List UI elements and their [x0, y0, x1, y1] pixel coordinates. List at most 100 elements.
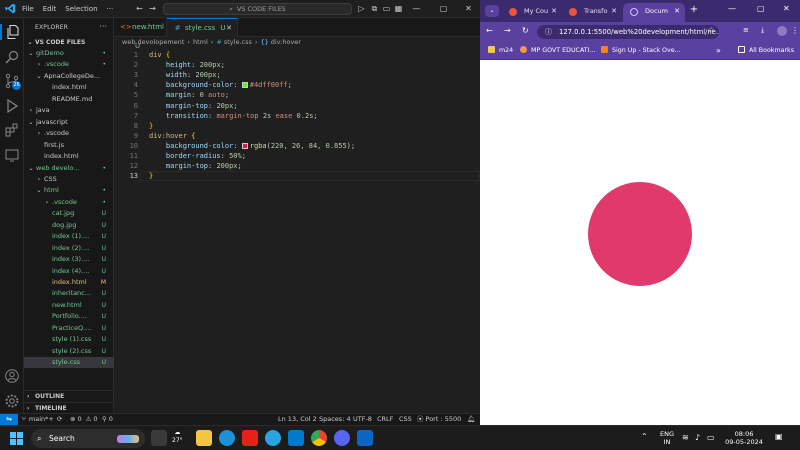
code-line[interactable]: margin-top: 200px; — [149, 161, 242, 171]
maximize-icon[interactable]: ▢ — [438, 3, 449, 14]
tree-file[interactable]: README.md — [24, 94, 114, 105]
indentation[interactable]: Spaces: 4 — [319, 414, 351, 425]
tab-search-icon[interactable]: ⌄ — [485, 5, 499, 17]
menu-more[interactable]: ··· — [107, 5, 114, 13]
breadcrumb-item[interactable]: div:hover — [271, 37, 301, 48]
close-tab-icon[interactable]: ✕ — [226, 19, 232, 38]
code-editor[interactable]: 1 div {2 height: 200px; 3 width: 200px; 4 b… — [114, 48, 480, 413]
tree-file[interactable]: style.css U — [24, 357, 114, 369]
code-line[interactable]: border-radius: 50%; — [149, 151, 246, 161]
forward-arrow-icon[interactable]: → — [504, 26, 511, 35]
breadcrumb-item[interactable]: style.css — [224, 37, 252, 48]
run-icon[interactable]: ▷ — [356, 3, 367, 14]
maximize-icon[interactable]: ▢ — [757, 4, 765, 13]
run-debug-icon[interactable] — [4, 98, 20, 114]
vscode-taskbar-icon[interactable] — [288, 430, 304, 446]
task-view-icon[interactable] — [151, 430, 167, 446]
chrome-menu-icon[interactable]: ⋮ — [791, 26, 799, 35]
youtube-icon[interactable] — [242, 430, 258, 446]
code-line[interactable]: background-color: rgba(220, 26, 84, 0.85… — [149, 141, 355, 151]
close-window-icon[interactable]: ✕ — [783, 4, 790, 13]
code-line[interactable]: } — [149, 171, 153, 181]
back-arrow-icon[interactable]: ← — [486, 26, 493, 35]
tree-file[interactable]: index.html — [24, 82, 114, 93]
tree-file[interactable]: Portfolio.... U — [24, 311, 114, 322]
code-line[interactable]: margin: 0 auto; — [149, 90, 229, 100]
line-ending[interactable]: CRLF — [377, 414, 393, 425]
tree-file[interactable]: new.html U — [24, 300, 114, 311]
tree-folder[interactable]: › CSS — [24, 174, 114, 185]
live-server-port[interactable]: ⦿ Port : 5500 — [417, 414, 461, 425]
clock[interactable]: 08:06 09-05-2024 — [722, 430, 766, 446]
tree-file[interactable]: dog.jpg U — [24, 220, 114, 231]
address-bar[interactable]: ⓘ 127.0.0.1:5500/web%20development/html/… — [537, 25, 719, 39]
extensions-icon[interactable] — [4, 122, 20, 138]
settings-gear-icon[interactable] — [4, 393, 20, 409]
bookmark-item[interactable]: Sign Up - Stack Ove... — [601, 42, 681, 60]
site-info-icon[interactable]: ⓘ — [545, 25, 552, 39]
chrome-tab-document[interactable]: Docum ✕ — [623, 3, 685, 22]
wifi-icon[interactable]: ≋ — [682, 434, 689, 442]
hovered-div-circle[interactable] — [588, 182, 692, 286]
tree-file[interactable]: style (1).css U — [24, 334, 114, 345]
tree-folder[interactable]: ⌄ ApnaCollegeDe... — [24, 71, 114, 82]
bookmark-star-icon[interactable]: ☆ — [708, 26, 714, 34]
tree-folder[interactable]: › .vscode • — [24, 197, 114, 208]
tree-folder[interactable]: ⌄ gitDemo • — [24, 48, 114, 59]
taskbar-search[interactable]: ⌕ Search — [31, 429, 145, 448]
nav-forward-icon[interactable]: → — [147, 3, 158, 14]
tree-folder[interactable]: ⌄ javascript — [24, 117, 114, 128]
remote-indicator-icon[interactable]: ⇋ — [0, 414, 18, 425]
tree-file[interactable]: index (4).... U — [24, 266, 114, 277]
problems-indicator[interactable]: ⊗ 0 ⚠ 0 — [70, 414, 98, 425]
tab-new-html[interactable]: <> new.html U — [114, 18, 167, 50]
minimize-icon[interactable]: — — [411, 3, 422, 14]
chrome-tab-my-course[interactable]: My Cou ✕ — [502, 3, 562, 22]
command-center[interactable]: ⌕ VS CODE FILES — [163, 3, 352, 15]
nav-back-icon[interactable]: ← — [134, 3, 145, 14]
close-tab-icon[interactable]: ✕ — [674, 3, 680, 20]
new-tab-button[interactable]: + — [688, 4, 700, 16]
all-bookmarks-button[interactable]: All Bookmarks — [738, 42, 794, 60]
outline-section[interactable]: › OUTLINE — [24, 390, 114, 402]
tree-file[interactable]: inheritanc... U — [24, 288, 114, 299]
extensions-menu-icon[interactable]: ≡ — [743, 26, 749, 34]
tree-file[interactable]: index (2).... U — [24, 243, 114, 254]
encoding[interactable]: UTF-8 — [353, 414, 372, 425]
profile-avatar[interactable] — [777, 26, 787, 36]
tree-folder[interactable]: › java — [24, 105, 114, 116]
explorer-more-icon[interactable]: ··· — [99, 22, 107, 31]
reload-icon[interactable]: ↻ — [522, 26, 529, 35]
tree-file[interactable]: first.js — [24, 140, 114, 151]
close-tab-icon[interactable]: ✕ — [611, 3, 617, 20]
tree-folder[interactable]: ⌄ web develo... • — [24, 163, 114, 174]
battery-icon[interactable]: ▭ — [707, 434, 715, 442]
tree-file[interactable]: index.html — [24, 151, 114, 162]
menu-file[interactable]: File — [22, 5, 34, 13]
tree-file[interactable]: index (3).... U — [24, 254, 114, 265]
layout-icon[interactable]: ▦ — [393, 3, 404, 14]
weather-widget[interactable]: ☁︎ 27° — [172, 429, 183, 445]
tree-file[interactable]: index.html M — [24, 277, 114, 288]
notification-center-icon[interactable]: ▣ — [775, 433, 783, 441]
chrome-taskbar-icon[interactable] — [311, 430, 327, 446]
bookmarks-overflow-icon[interactable]: » — [716, 42, 721, 60]
bookmark-item[interactable]: m24 — [488, 42, 513, 60]
source-control-icon[interactable]: 26 — [4, 73, 21, 90]
code-line[interactable]: div { — [149, 50, 170, 60]
minimize-icon[interactable]: — — [728, 4, 736, 13]
menu-selection[interactable]: Selection — [65, 5, 97, 13]
remote-explorer-icon[interactable] — [4, 147, 20, 163]
breadcrumb-item[interactable]: web devolopement — [122, 37, 184, 48]
tree-file[interactable]: cat.jpg U — [24, 208, 114, 219]
tree-file[interactable]: style (2).css U — [24, 346, 114, 357]
color-swatch-icon[interactable] — [241, 82, 248, 89]
tree-folder[interactable]: › .vscode • — [24, 59, 114, 70]
ports-indicator[interactable]: ⚲ 0 — [102, 414, 113, 425]
workspace-header[interactable]: ⌄ VS CODE FILES — [24, 37, 114, 48]
close-tab-icon[interactable]: ✕ — [551, 3, 557, 20]
close-icon[interactable]: ✕ — [463, 3, 474, 14]
explorer-icon[interactable] — [0, 24, 20, 40]
language-mode[interactable]: CSS — [399, 414, 412, 425]
tree-folder[interactable]: › .vscode — [24, 128, 114, 139]
